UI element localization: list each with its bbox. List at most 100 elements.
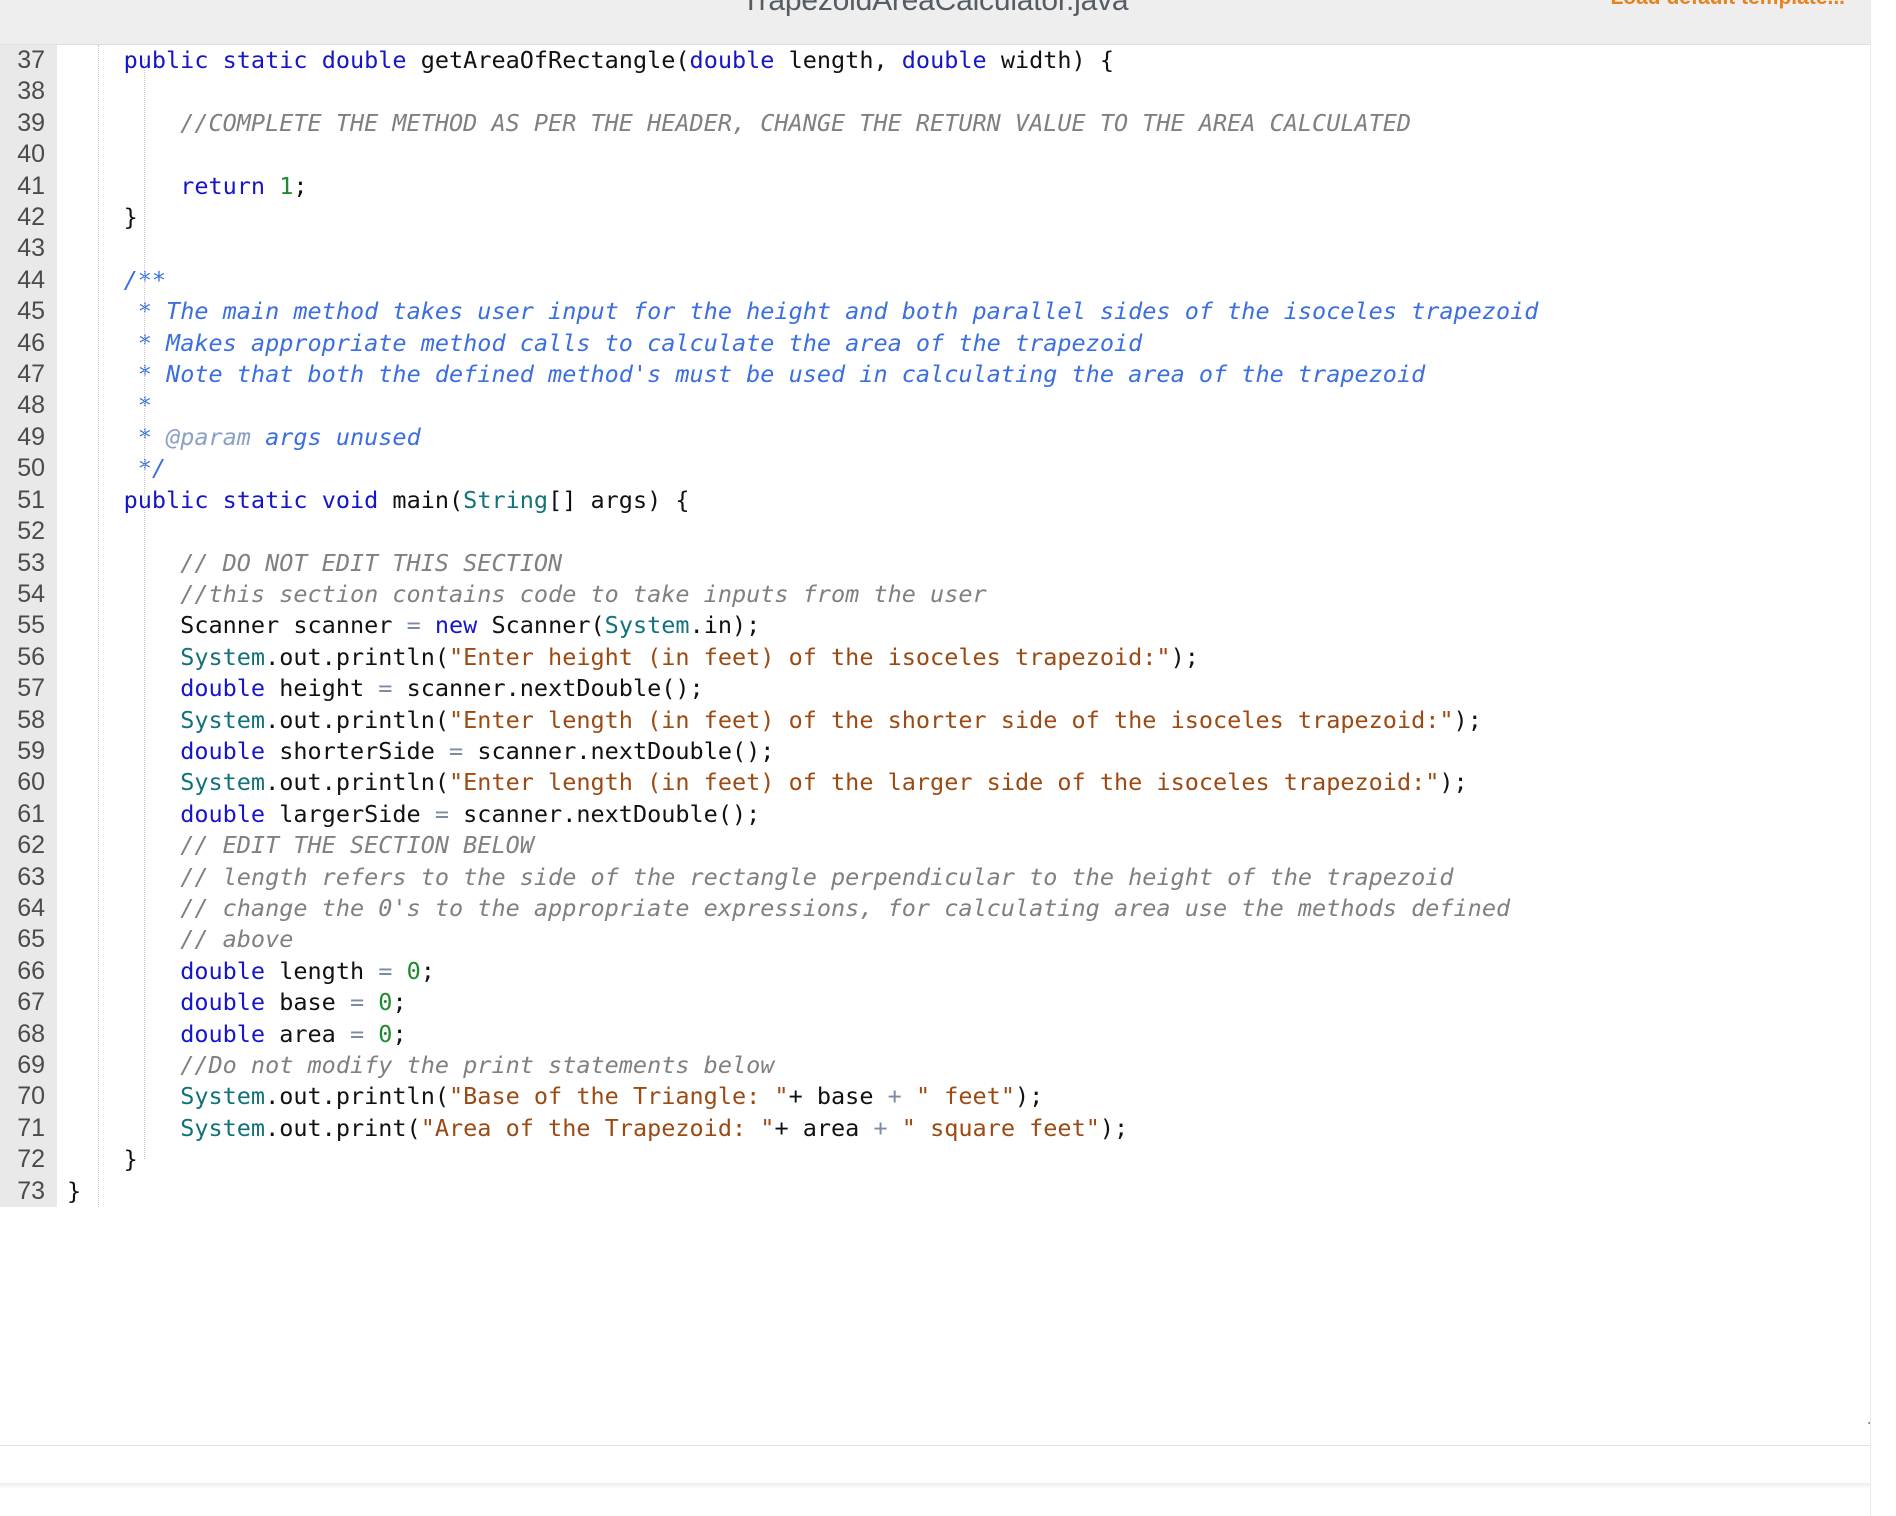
code-token: // DO NOT EDIT THIS SECTION xyxy=(180,548,563,577)
code-line-row[interactable]: 54 //this section contains code to take … xyxy=(0,578,1870,611)
code-line-row[interactable]: 46 * Makes appropriate method calls to c… xyxy=(0,327,1870,360)
code-line-content[interactable]: double height = scanner.nextDouble(); xyxy=(57,673,1870,705)
code-editor-area[interactable]: 37 public static double getAreaOfRectang… xyxy=(0,45,1870,1445)
code-line-content[interactable] xyxy=(57,139,1870,171)
code-line-row[interactable]: 47 * Note that both the defined method's… xyxy=(0,359,1870,391)
code-line-row[interactable]: 65 // above xyxy=(0,924,1870,956)
code-line-content[interactable]: * xyxy=(57,390,1870,422)
code-line-row[interactable]: 51 public static void main(String[] args… xyxy=(0,484,1870,517)
line-number: 53 xyxy=(0,547,57,579)
code-line-row[interactable]: 44 /** xyxy=(0,264,1870,297)
code-line-row[interactable]: 50 */ xyxy=(0,453,1870,485)
code-line-content[interactable]: } xyxy=(57,202,1870,234)
code-token: + xyxy=(873,1113,888,1142)
code-line-content[interactable]: System.out.println("Enter length (in fee… xyxy=(57,704,1870,736)
code-line-row[interactable]: 71 System.out.print("Area of the Trapezo… xyxy=(0,1112,1870,1145)
code-line-row[interactable]: 68 double area = 0; xyxy=(0,1018,1870,1050)
code-line-row[interactable]: 38 xyxy=(0,76,1870,108)
code-token: double xyxy=(180,1019,266,1048)
code-line-content[interactable]: * Makes appropriate method calls to calc… xyxy=(57,327,1870,360)
code-line-row[interactable]: 55 Scanner scanner = new Scanner(System.… xyxy=(0,610,1870,642)
code-line-content[interactable]: double base = 0; xyxy=(57,987,1870,1019)
code-line-content[interactable] xyxy=(57,76,1870,108)
code-line-row[interactable]: 43 xyxy=(0,233,1870,265)
code-line-content[interactable]: // EDIT THE SECTION BELOW xyxy=(57,830,1870,862)
load-default-template-link[interactable]: Load default template... xyxy=(1610,0,1845,10)
code-line-row[interactable]: 69 //Do not modify the print statements … xyxy=(0,1050,1870,1082)
code-line-content[interactable]: * @param args unused xyxy=(57,421,1870,454)
code-line-row[interactable]: 37 public static double getAreaOfRectang… xyxy=(0,45,1870,77)
line-number: 60 xyxy=(0,767,57,799)
code-line-row[interactable]: 58 System.out.println("Enter length (in … xyxy=(0,704,1870,736)
code-line-content[interactable]: public static double getAreaOfRectangle(… xyxy=(57,45,1870,77)
code-line-row[interactable]: 73} xyxy=(0,1175,1870,1208)
code-token: .out.println( xyxy=(265,642,450,671)
code-line-row[interactable]: 62 // EDIT THE SECTION BELOW xyxy=(0,830,1870,862)
line-number: 72 xyxy=(0,1144,57,1176)
code-line-content[interactable]: double area = 0; xyxy=(57,1018,1870,1050)
code-token: + xyxy=(887,1082,902,1111)
code-line-content[interactable]: */ xyxy=(57,453,1870,485)
code-token: .out.println( xyxy=(265,1082,450,1111)
code-line-row[interactable]: 72 } xyxy=(0,1144,1870,1176)
code-line-row[interactable]: 61 double largerSide = scanner.nextDoubl… xyxy=(0,798,1870,831)
code-token: static xyxy=(222,46,308,74)
code-line-content[interactable] xyxy=(57,516,1870,548)
code-line-row[interactable]: 66 double length = 0; xyxy=(0,955,1870,988)
code-line-content[interactable]: //Do not modify the print statements bel… xyxy=(57,1050,1870,1082)
code-line-content[interactable]: System.out.println("Enter height (in fee… xyxy=(57,641,1870,674)
code-line-content[interactable]: // DO NOT EDIT THIS SECTION xyxy=(57,547,1870,579)
code-line-row[interactable]: 49 * @param args unused xyxy=(0,421,1870,454)
code-token: ; xyxy=(392,1019,407,1048)
code-line-row[interactable]: 39 //COMPLETE THE METHOD AS PER THE HEAD… xyxy=(0,107,1870,140)
code-token: * Note that both the defined method's mu… xyxy=(137,360,1426,389)
code-line-row[interactable]: 41 return 1; xyxy=(0,170,1870,203)
code-line-content[interactable] xyxy=(57,233,1870,265)
code-line-content[interactable]: System.out.println("Base of the Triangle… xyxy=(57,1081,1870,1113)
code-line-row[interactable]: 64 // change the 0's to the appropriate … xyxy=(0,892,1870,925)
code-line-row[interactable]: 40 xyxy=(0,139,1870,171)
code-line-row[interactable]: 63 // length refers to the side of the r… xyxy=(0,861,1870,893)
code-token: */ xyxy=(137,454,167,483)
code-line-row[interactable]: 59 double shorterSide = scanner.nextDoub… xyxy=(0,735,1870,768)
code-token: } xyxy=(67,203,138,232)
code-line-row[interactable]: 56 System.out.println("Enter height (in … xyxy=(0,641,1870,674)
code-line-row[interactable]: 45 * The main method takes user input fo… xyxy=(0,296,1870,328)
code-line-row[interactable]: 60 System.out.println("Enter length (in … xyxy=(0,767,1870,799)
code-line-row[interactable]: 52 xyxy=(0,516,1870,548)
code-token: double xyxy=(689,46,775,74)
code-line-content[interactable]: } xyxy=(57,1144,1870,1176)
line-number: 49 xyxy=(0,421,57,454)
code-lines-table: 37 public static double getAreaOfRectang… xyxy=(0,45,1870,1208)
code-line-content[interactable]: Scanner scanner = new Scanner(System.in)… xyxy=(57,610,1870,642)
code-line-row[interactable]: 48 * xyxy=(0,390,1870,422)
code-line-row[interactable]: 57 double height = scanner.nextDouble(); xyxy=(0,673,1870,705)
line-number: 52 xyxy=(0,516,57,548)
code-line-content[interactable]: // change the 0's to the appropriate exp… xyxy=(57,892,1870,925)
code-line-row[interactable]: 42 } xyxy=(0,202,1870,234)
code-line-content[interactable]: double shorterSide = scanner.nextDouble(… xyxy=(57,735,1870,768)
code-line-content[interactable]: // above xyxy=(57,924,1870,956)
code-line-content[interactable]: double largerSide = scanner.nextDouble()… xyxy=(57,798,1870,831)
code-token: args unused xyxy=(250,422,421,451)
code-token: * xyxy=(137,391,152,420)
code-line-content[interactable]: } xyxy=(57,1175,1870,1208)
code-line-content[interactable]: System.out.println("Enter length (in fee… xyxy=(57,767,1870,799)
code-line-content[interactable]: * The main method takes user input for t… xyxy=(57,296,1870,328)
code-line-content[interactable]: * Note that both the defined method's mu… xyxy=(57,359,1870,391)
code-line-row[interactable]: 67 double base = 0; xyxy=(0,987,1870,1019)
code-line-content[interactable]: public static void main(String[] args) { xyxy=(57,484,1870,517)
code-token: .out.println( xyxy=(265,768,450,797)
code-line-row[interactable]: 70 System.out.println("Base of the Trian… xyxy=(0,1081,1870,1113)
code-line-content[interactable]: /** xyxy=(57,264,1870,297)
code-line-content[interactable]: System.out.print("Area of the Trapezoid:… xyxy=(57,1112,1870,1145)
code-line-content[interactable]: return 1; xyxy=(57,170,1870,203)
code-line-content[interactable]: //COMPLETE THE METHOD AS PER THE HEADER,… xyxy=(57,107,1870,140)
code-line-content[interactable]: //this section contains code to take inp… xyxy=(57,578,1870,611)
code-line-content[interactable]: double length = 0; xyxy=(57,955,1870,988)
code-line-content[interactable]: // length refers to the side of the rect… xyxy=(57,861,1870,893)
code-line-row[interactable]: 53 // DO NOT EDIT THIS SECTION xyxy=(0,547,1870,579)
code-token: = xyxy=(406,611,421,640)
